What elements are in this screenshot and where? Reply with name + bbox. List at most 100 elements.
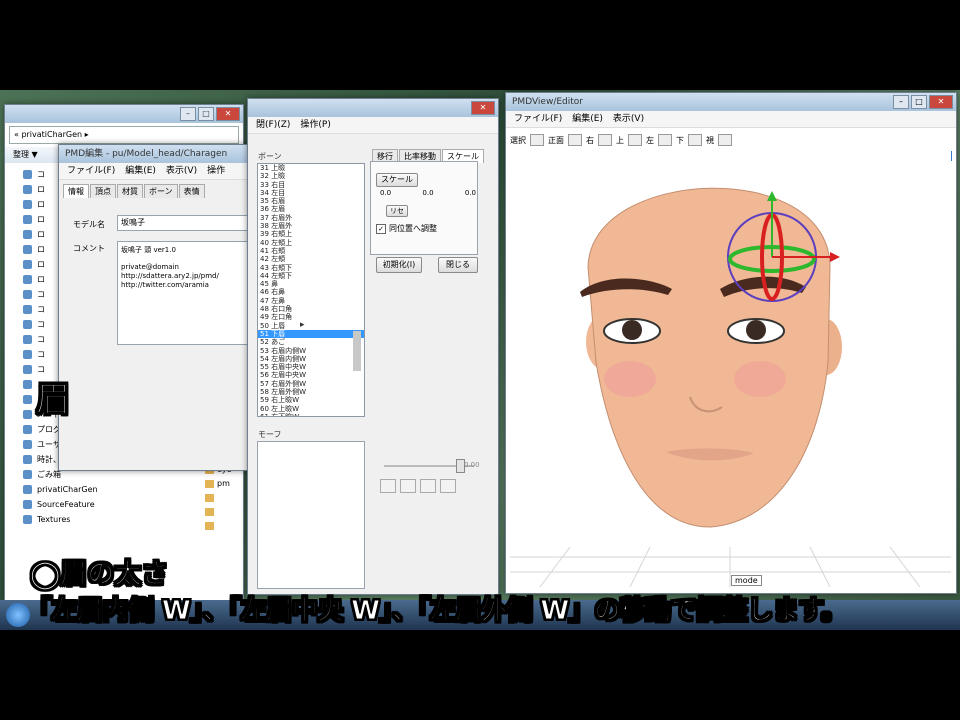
menu-item[interactable]: ファイル(F) [514, 111, 562, 127]
tool-icon[interactable] [568, 134, 582, 146]
bone-item[interactable]: 52 あご [258, 338, 364, 346]
maximize-icon[interactable]: □ [911, 95, 927, 109]
tool-label[interactable]: 左 [646, 135, 654, 146]
bone-item[interactable]: 39 右頬上 [258, 230, 364, 238]
morph-list[interactable] [257, 441, 365, 589]
scale-button[interactable]: スケール [376, 173, 418, 187]
reset-button[interactable]: リセ [386, 205, 408, 217]
tab-3[interactable]: ボーン [144, 184, 178, 198]
tool-icon[interactable] [598, 134, 612, 146]
model-name-input[interactable]: 坂鳴子 [117, 215, 248, 231]
folder-icon [23, 335, 32, 344]
bone-item[interactable]: 50 上唇 [258, 322, 364, 330]
bone-item[interactable]: 60 左上瞼W [258, 405, 364, 413]
nav-item-label: コ [37, 350, 45, 359]
menu-item[interactable]: 閉(F)(Z) [256, 117, 290, 133]
comment-textarea[interactable]: 坂鳴子 頭 ver1.0 private@domain http://sdatter… [117, 241, 249, 345]
bone-item[interactable]: 36 左眉 [258, 205, 364, 213]
folder-icon [23, 305, 32, 314]
checkbox-label: 同位置へ調整 [389, 224, 437, 233]
maximize-icon[interactable]: □ [198, 107, 214, 121]
bone-item[interactable]: 59 右上瞼W [258, 396, 364, 404]
model-edit-menu: ファイル(F) 編集(E) 表示(V) 操作 [59, 163, 249, 180]
bone-item[interactable]: 43 右頬下 [258, 264, 364, 272]
tool-icon[interactable] [530, 134, 544, 146]
bone-item[interactable]: 40 左頬上 [258, 239, 364, 247]
tool-label[interactable]: 上 [616, 135, 624, 146]
nav-item[interactable]: privatiCharGen [5, 482, 195, 497]
bone-item[interactable]: 42 左頬 [258, 255, 364, 263]
bone-item[interactable]: 56 左眉中央W [258, 371, 364, 379]
file-item[interactable] [203, 491, 243, 505]
nav-item[interactable]: Textures [5, 512, 195, 527]
nav-item-label: ごみ箱 [37, 470, 61, 479]
tool-label[interactable]: 下 [676, 135, 684, 146]
close-icon[interactable]: ✕ [471, 101, 495, 115]
file-item[interactable] [203, 505, 243, 519]
tab-2[interactable]: 材質 [117, 184, 143, 198]
file-item[interactable] [203, 519, 243, 533]
menu-item[interactable]: 表示(V) [166, 163, 197, 179]
bone-item[interactable]: 47 左鼻 [258, 297, 364, 305]
close-icon[interactable]: ✕ [929, 95, 953, 109]
minimize-icon[interactable]: – [180, 107, 196, 121]
bone-item[interactable]: 37 右眉外 [258, 214, 364, 222]
address-bar[interactable]: « privatiCharGen ▸ [9, 126, 239, 144]
nav-item-label: ロ [37, 275, 45, 284]
bone-item[interactable]: 61 右下瞼W [258, 413, 364, 416]
tool-icon[interactable] [658, 134, 672, 146]
menu-item[interactable]: 編集(E) [572, 111, 603, 127]
bone-item[interactable]: 44 左頬下 [258, 272, 364, 280]
nav-item[interactable]: SourceFeature [5, 497, 195, 512]
tool-label[interactable]: 選択 [510, 135, 526, 146]
folder-icon [23, 425, 32, 434]
folder-icon [23, 410, 32, 419]
tab-4[interactable]: 表情 [178, 184, 205, 198]
morph-btn-1[interactable] [380, 479, 396, 493]
morph-btn-2[interactable] [400, 479, 416, 493]
bone-item[interactable]: 32 上瞼 [258, 172, 364, 180]
bone-item[interactable]: 34 左目 [258, 189, 364, 197]
scale-value: 0.0 [380, 189, 392, 197]
model-viewport[interactable] [510, 147, 951, 588]
close-button[interactable]: 閉じる [438, 257, 478, 273]
morph-btn-4[interactable] [440, 479, 456, 493]
same-pos-checkbox[interactable]: ✓ 同位置へ調整 [376, 223, 437, 234]
nav-item-label: コ [37, 170, 45, 179]
tab-1[interactable]: 頂点 [90, 184, 116, 198]
file-item[interactable]: pm [203, 477, 243, 491]
menu-item[interactable]: 編集(E) [125, 163, 156, 179]
folder-icon [23, 455, 32, 464]
bone-item[interactable]: 53 右眉内側W [258, 347, 364, 355]
initialize-button[interactable]: 初期化(I) [376, 257, 422, 273]
bone-item[interactable]: 46 右鼻 [258, 288, 364, 296]
menu-item[interactable]: 操作(P) [300, 117, 330, 133]
tool-icon[interactable] [688, 134, 702, 146]
body-caption: 「左眉内側 W」、「左眉中央 W」、「左眉外側 W」の移動で調整します。 [26, 596, 848, 627]
menu-item[interactable]: 表示(V) [613, 111, 644, 127]
bone-list[interactable]: 31 上瞼 32 上瞼 33 右目 34 左目 35 右眉 36 左眉 37 右眉外 38 左… [257, 163, 365, 417]
tab-0[interactable]: 情報 [63, 184, 89, 198]
nav-item-label: ロ [37, 215, 45, 224]
bone-list-scrollbar[interactable] [353, 331, 361, 371]
pmd-status: mode [731, 575, 762, 586]
close-icon[interactable]: ✕ [216, 107, 240, 121]
minimize-icon[interactable]: – [893, 95, 909, 109]
tool-label[interactable]: 視 [706, 135, 714, 146]
menu-item[interactable]: 操作 [207, 163, 225, 179]
morph-btn-3[interactable] [420, 479, 436, 493]
tool-label[interactable]: 正面 [548, 135, 564, 146]
tool-label[interactable]: 右 [586, 135, 594, 146]
bone-item[interactable]: 51 下唇 [258, 329, 364, 339]
bone-item[interactable]: 57 右眉外側W [258, 380, 364, 388]
bone-item[interactable]: 49 左口角 [258, 313, 364, 321]
bone-item[interactable]: 54 左眉内側W [258, 355, 364, 363]
tool-icon[interactable] [628, 134, 642, 146]
tool-icon[interactable] [718, 134, 732, 146]
axis-x-arrow-icon[interactable] [830, 252, 840, 262]
bone-item[interactable]: 33 右目 [258, 181, 364, 189]
cursor-icon: ▸ [300, 320, 305, 330]
menu-item[interactable]: ファイル(F) [67, 163, 115, 179]
left-cheek [604, 361, 656, 397]
checkbox-icon[interactable]: ✓ [376, 223, 386, 234]
